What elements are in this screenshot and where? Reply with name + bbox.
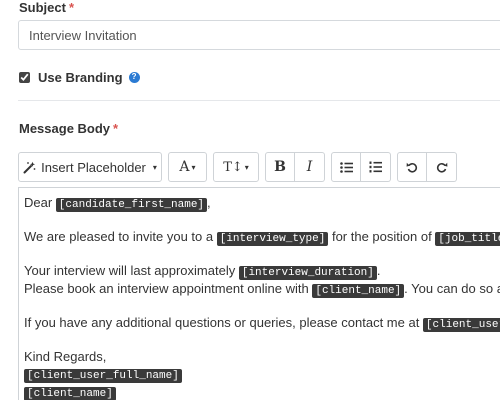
redo-button[interactable] (427, 152, 457, 182)
booking-line: Please book an interview appointment onl… (24, 280, 500, 298)
placeholder-group: Insert Placeholder ▾ (18, 152, 162, 182)
placeholder-tag: [client_name] (312, 284, 405, 298)
font-family-button[interactable]: A ▾ (168, 152, 207, 182)
required-mark: * (113, 121, 119, 136)
bold-icon: B (274, 159, 286, 175)
message-body-editor[interactable]: Dear [candidate_first_name], We are plea… (18, 187, 500, 400)
subject-input[interactable] (18, 20, 500, 50)
contact-text: If you have any additional questions or … (24, 315, 423, 330)
email-template-form: Subject* Use Branding ? Message Body* In… (0, 0, 500, 400)
font-size-button[interactable]: T↕ ▾ (213, 152, 259, 182)
font-group: A ▾ (168, 152, 207, 182)
message-body-label: Message Body * (19, 121, 118, 136)
placeholder-tag: [client_user_full_name] (24, 369, 182, 383)
invitation-line: We are pleased to invite you to a [inter… (24, 228, 500, 246)
size-group: T↕ ▾ (213, 152, 259, 182)
use-branding-checkbox[interactable] (19, 71, 30, 83)
editor-toolbar: Insert Placeholder ▾ A ▾ T↕ ▾ B I (18, 152, 463, 182)
closing-line: Kind Regards, (24, 349, 107, 364)
contact-line: If you have any additional questions or … (24, 314, 500, 332)
ordered-list-icon (369, 161, 382, 173)
use-branding-label: Use Branding (38, 69, 123, 85)
bold-button[interactable]: B (265, 152, 295, 182)
text-height-icon: T↕ (223, 159, 243, 175)
style-group: B I (265, 152, 325, 182)
signature-line: [client_user_full_name] (24, 365, 500, 383)
punctuation: . (376, 263, 381, 278)
placeholder-tag: [interview_type] (216, 232, 329, 246)
numbered-list-button[interactable] (361, 152, 391, 182)
duration-text: Your interview will last approximately (24, 263, 239, 278)
section-divider (18, 100, 500, 101)
placeholder-tag: [job_title] (435, 232, 500, 246)
invitation-text: We are pleased to invite you to a (24, 229, 217, 244)
duration-line: Your interview will last approximately [… (24, 262, 500, 280)
greeting-text: Dear (24, 195, 56, 210)
list-group (331, 152, 391, 182)
booking-text: Please book an interview appointment onl… (24, 281, 313, 296)
insert-placeholder-button[interactable]: Insert Placeholder ▾ (18, 152, 162, 182)
italic-icon: I (306, 159, 313, 175)
placeholder-tag: [interview_duration] (238, 266, 377, 280)
help-icon[interactable]: ? (128, 71, 140, 83)
invitation-text: for the position of (328, 229, 436, 244)
punctuation: , (207, 195, 211, 210)
magic-wand-icon (23, 161, 36, 173)
required-mark: * (68, 0, 75, 15)
italic-button[interactable]: I (295, 152, 325, 182)
insert-placeholder-label: Insert Placeholder (41, 159, 146, 175)
chevron-down-icon: ▾ (244, 162, 249, 172)
subject-label: Subject * (19, 0, 74, 15)
undo-button[interactable] (397, 152, 427, 182)
placeholder-tag: [candidate_first_name] (55, 198, 208, 212)
booking-text: . You can do so any tim (404, 281, 500, 296)
redo-icon (436, 162, 447, 173)
greeting-line: Dear [candidate_first_name], (24, 194, 500, 212)
bullet-list-button[interactable] (331, 152, 361, 182)
message-body-label-text: Message Body (19, 121, 111, 136)
chevron-down-icon: ▾ (152, 162, 157, 172)
unordered-list-icon (339, 161, 353, 173)
history-group (397, 152, 457, 182)
chevron-down-icon: ▾ (191, 162, 196, 172)
placeholder-tag: [client_name] (24, 387, 116, 400)
undo-icon (406, 162, 418, 173)
use-branding-row: Use Branding ? (19, 67, 140, 87)
placeholder-tag: [client_user_email (422, 318, 500, 332)
font-icon: A (179, 159, 190, 175)
subject-label-text: Subject (19, 0, 66, 15)
signature-line: [client_name] (24, 383, 500, 400)
